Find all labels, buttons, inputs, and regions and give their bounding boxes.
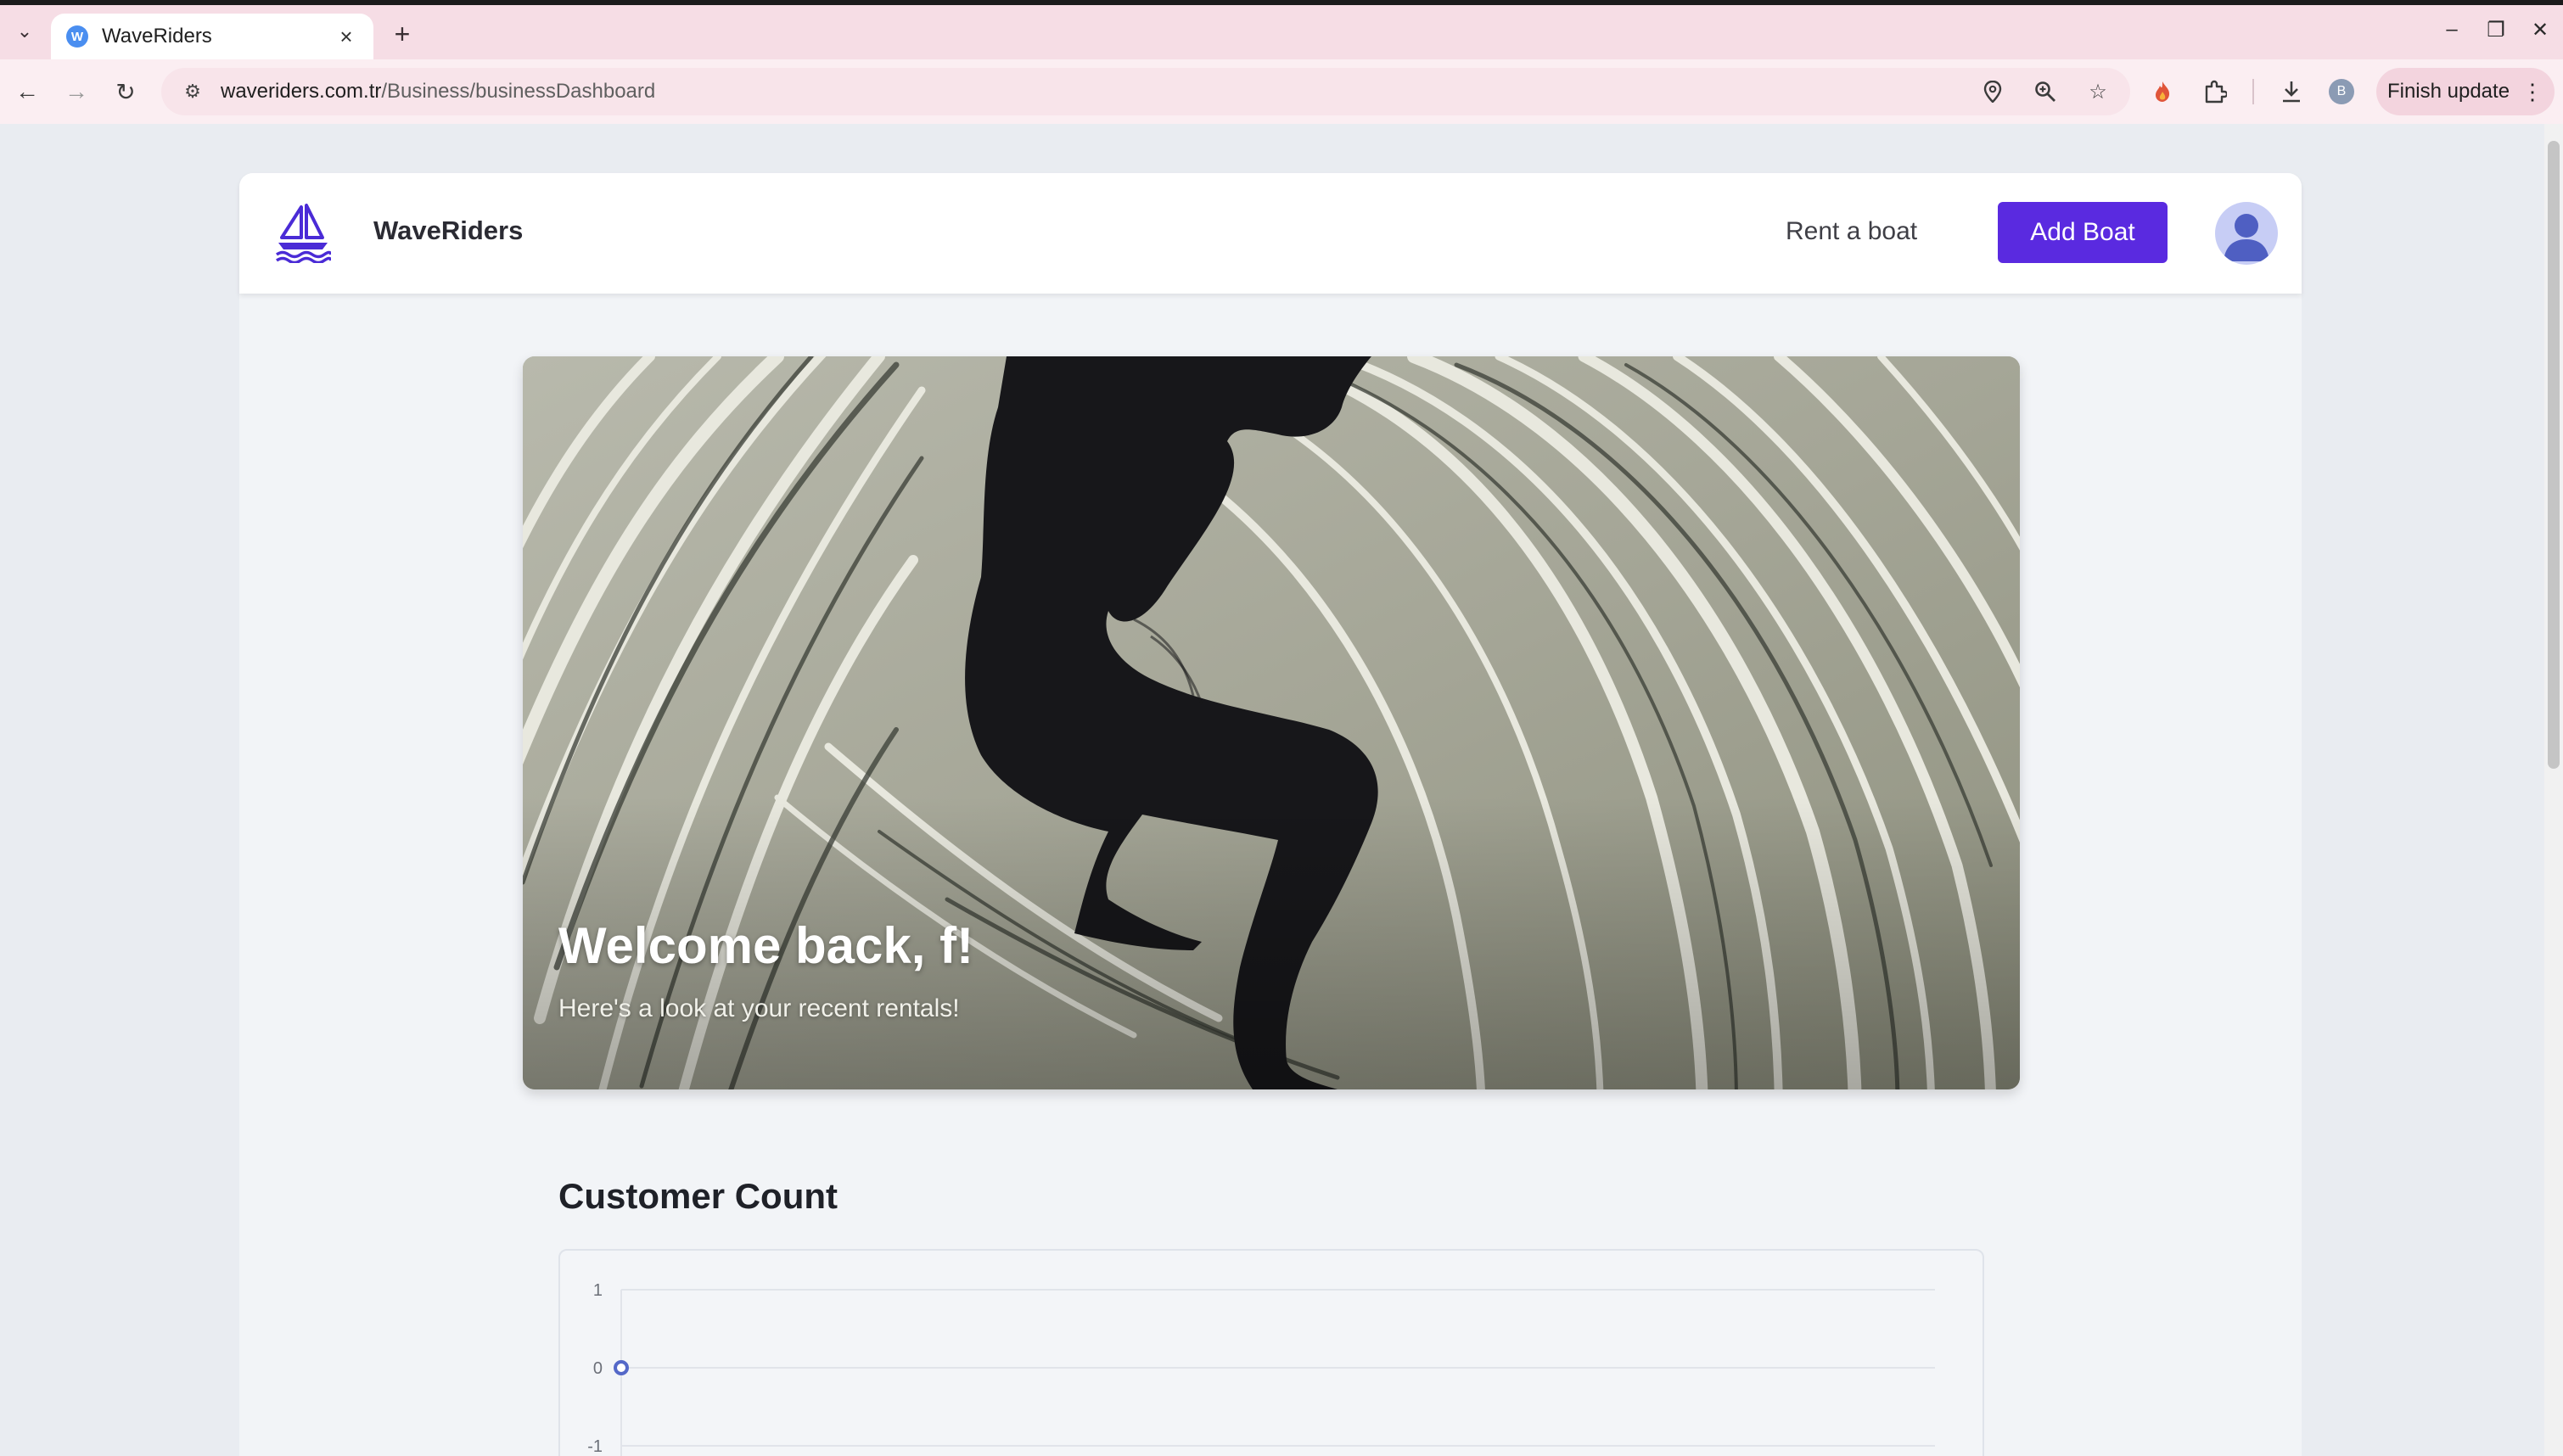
finish-update-label: Finish update	[2386, 80, 2510, 103]
user-avatar[interactable]	[2215, 202, 2278, 265]
toolbar-divider	[2252, 79, 2254, 104]
kebab-icon[interactable]: ⋮	[2521, 79, 2543, 105]
site-info-icon[interactable]: ⚙	[180, 79, 205, 104]
data-point[interactable]	[614, 1360, 629, 1375]
add-boat-button[interactable]: Add Boat	[1998, 202, 2168, 263]
browser-toolbar: ← → ↻ ⚙ waveriders.com.tr/Business/busin…	[0, 59, 2563, 124]
tab-strip: ⌄ W WaveRiders × + – ❐ ✕	[0, 5, 2563, 59]
browser-tab[interactable]: W WaveRiders ×	[51, 14, 373, 59]
y-tick-label: 1	[593, 1281, 603, 1300]
address-bar[interactable]: ⚙ waveriders.com.tr/Business/businessDas…	[161, 68, 2130, 115]
restore-icon[interactable]: ❐	[2483, 17, 2509, 42]
url-text[interactable]: waveriders.com.tr/Business/businessDashb…	[221, 80, 1979, 104]
close-icon[interactable]: ×	[334, 24, 358, 50]
customer-count-title: Customer Count	[558, 1176, 838, 1216]
y-tick-label: 0	[593, 1359, 603, 1378]
surfer-illustration	[523, 356, 2020, 1089]
tab-list-icon[interactable]: ⌄	[10, 17, 39, 46]
back-icon[interactable]: ←	[10, 75, 44, 109]
window-close-icon[interactable]: ✕	[2527, 17, 2553, 42]
page-scrollbar[interactable]	[2544, 124, 2563, 1456]
scrollbar-thumb[interactable]	[2548, 141, 2560, 769]
welcome-subtitle: Here's a look at your recent rentals!	[558, 994, 960, 1022]
profile-avatar[interactable]: B	[2329, 79, 2354, 104]
zoom-icon[interactable]	[2032, 78, 2059, 105]
location-icon[interactable]	[1979, 78, 2006, 105]
forward-icon[interactable]: →	[59, 75, 93, 109]
app-container: WaveRiders Rent a boat Add Boat Welcome …	[239, 173, 2302, 1456]
url-domain: waveriders.com.tr	[221, 80, 382, 103]
user-icon	[2224, 214, 2269, 261]
reload-icon[interactable]: ↻	[109, 75, 143, 109]
tab-title: WaveRiders	[102, 25, 212, 48]
welcome-title: Welcome back, f!	[558, 917, 974, 974]
url-path: /Business/businessDashboard	[381, 80, 656, 103]
sailboat-logo-icon[interactable]	[275, 204, 333, 265]
hero-banner: Welcome back, f! Here's a look at your r…	[523, 356, 2020, 1089]
chart-canvas: 1 0 -1	[587, 1281, 1935, 1456]
y-tick-label: -1	[587, 1437, 603, 1456]
app-header: WaveRiders Rent a boat Add Boat	[239, 173, 2302, 294]
window-controls: – ❐ ✕	[2439, 17, 2553, 42]
plus-icon[interactable]: +	[387, 19, 418, 49]
rent-a-boat-link[interactable]: Rent a boat	[1786, 217, 1917, 246]
page-viewport: WaveRiders Rent a boat Add Boat Welcome …	[0, 124, 2563, 1456]
customer-count-chart: 1 0 -1	[558, 1249, 1984, 1456]
download-icon[interactable]	[2276, 76, 2307, 107]
finish-update-button[interactable]: Finish update ⋮	[2376, 68, 2555, 115]
puzzle-icon[interactable]	[2200, 76, 2230, 107]
minimize-icon[interactable]: –	[2439, 17, 2465, 42]
brand-name[interactable]: WaveRiders	[373, 216, 523, 246]
extension-icon[interactable]	[2147, 76, 2178, 107]
tab-favicon-icon: W	[66, 25, 88, 48]
star-icon[interactable]: ☆	[2084, 78, 2112, 105]
